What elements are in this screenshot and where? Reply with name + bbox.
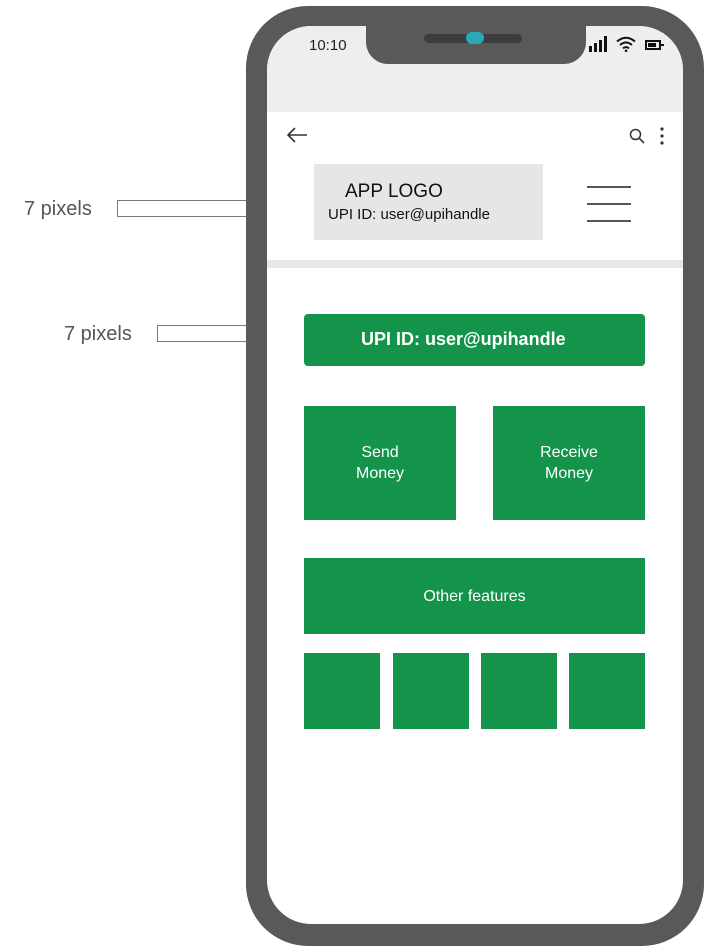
back-arrow-icon[interactable]	[286, 126, 308, 144]
receive-money-label: Receive Money	[540, 444, 598, 482]
phone-screen: 10:10 APP LOGO UPI ID: user@upihandle UP…	[267, 26, 683, 924]
wifi-icon	[616, 36, 636, 52]
annotation-label-top: 7 pixels	[24, 198, 92, 220]
feature-tile-2[interactable]	[393, 653, 469, 729]
status-time: 10:10	[309, 37, 347, 54]
hamburger-menu-icon[interactable]	[587, 186, 631, 222]
app-logo-text: APP LOGO	[345, 181, 443, 202]
send-money-button[interactable]: Send Money	[304, 406, 456, 520]
more-options-icon[interactable]	[659, 126, 665, 146]
app-logo-box: APP LOGO UPI ID: user@upihandle	[314, 164, 543, 240]
camera-icon	[466, 32, 484, 44]
annotation-label-bottom: 7 pixels	[64, 323, 132, 345]
other-features-button[interactable]: Other features	[304, 558, 645, 634]
app-bar	[267, 112, 683, 162]
status-bar: 10:10	[267, 26, 683, 112]
phone-frame: 10:10 APP LOGO UPI ID: user@upihandle UP…	[246, 6, 704, 946]
search-icon[interactable]	[629, 128, 645, 144]
upi-id-bar-text: UPI ID: user@upihandle	[361, 329, 566, 349]
receive-money-button[interactable]: Receive Money	[493, 406, 645, 520]
feature-tile-4[interactable]	[569, 653, 645, 729]
feature-tile-3[interactable]	[481, 653, 557, 729]
notch	[366, 26, 586, 64]
battery-icon	[645, 40, 664, 50]
header-upi-id: UPI ID: user@upihandle	[328, 206, 490, 223]
signal-icon	[589, 36, 607, 52]
other-features-label: Other features	[423, 587, 526, 605]
feature-tile-1[interactable]	[304, 653, 380, 729]
send-money-label: Send Money	[355, 444, 405, 482]
header-divider	[267, 260, 683, 268]
upi-id-bar[interactable]: UPI ID: user@upihandle	[304, 314, 645, 366]
status-icons	[589, 36, 664, 52]
